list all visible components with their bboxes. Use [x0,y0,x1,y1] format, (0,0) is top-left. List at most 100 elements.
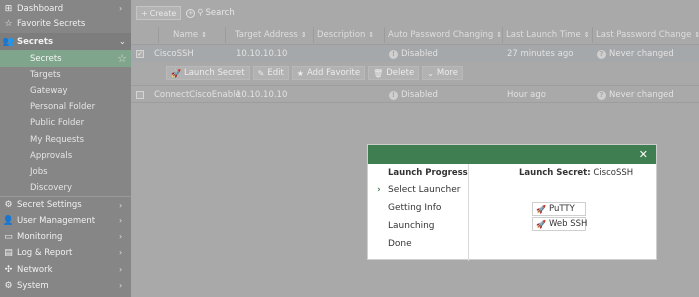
sidebar-item-my-requests[interactable]: My Requests [0,131,131,148]
sidebar-item-discovery[interactable]: Discovery [0,179,131,196]
sidebar-item-label: Jobs [30,166,48,177]
sidebar-item-favorite-secrets[interactable]: ☆ Favorite Secrets [0,15,131,32]
modal-header: ✕ [368,145,656,164]
step-label: Getting Info [388,203,442,213]
search-input[interactable] [205,8,286,18]
sidebar-item-secrets[interactable]: 👥 Secrets ⌄ [0,33,131,50]
step-label: Launching [388,221,435,231]
launch-secret-button[interactable]: 🚀 Launch Secret [166,66,250,80]
sidebar-item-network[interactable]: ✣ Network › [0,261,131,278]
step-launching: Launching [388,221,435,231]
sidebar-item-label: Monitoring [17,231,63,242]
column-header-target-address[interactable]: Target Address ⇕ [232,27,314,43]
row-checkbox[interactable] [136,86,144,104]
chevron-right-icon: › [119,281,123,290]
close-icon[interactable]: ✕ [639,148,648,161]
column-label: Name [173,30,199,40]
create-button[interactable]: + Create [136,6,182,20]
step-label: Select Launcher [388,185,461,195]
sidebar-item-label: Favorite Secrets [17,18,86,29]
sidebar-item-user-management[interactable]: 👤 User Management › [0,212,131,229]
column-header-last-password-change[interactable]: Last Password Change ⇕ [593,27,699,43]
add-filter-icon[interactable]: + [186,8,196,18]
create-label: Create [149,8,177,18]
sidebar-item-personal-folder[interactable]: Personal Folder [0,98,131,115]
sidebar-item-secret-settings[interactable]: ⚙ Secret Settings › [0,196,131,213]
sidebar-item-label: Secret Settings [17,200,82,210]
column-label: Last Launch Time [506,30,581,40]
launcher-web-ssh-button[interactable]: 🚀 Web SSH [532,217,587,231]
sidebar-item-public-folder[interactable]: Public Folder [0,114,131,131]
chevron-right-icon: › [119,200,123,210]
search-box: + ⚲ [186,8,286,18]
sort-icon: ⇕ [300,31,307,39]
secret-name[interactable]: ConnectCiscoEnable [154,86,241,104]
chevron-down-icon: ⌄ [427,68,434,78]
pencil-icon: ✎ [257,68,265,78]
sidebar-item-jobs[interactable]: Jobs [0,163,131,180]
sidebar-item-monitoring[interactable]: ▭ Monitoring › [0,228,131,245]
sort-icon: ⇕ [496,31,503,39]
auto-password-status: ! Disabled [389,86,438,104]
sidebar: ⊞ Dashboard › ☆ Favorite Secrets 👥 Secrets ⌄ Sec… [0,0,131,297]
sidebar-item-targets[interactable]: Targets [0,66,131,83]
star-icon: ☆ [4,18,13,29]
secret-name[interactable]: CiscoSSH [154,45,194,63]
sidebar-item-label: Dashboard [17,3,64,14]
launch-secret-name: CiscoSSH [593,168,634,178]
sort-icon: ⇕ [694,31,699,39]
favorite-star-icon[interactable]: ☆ [117,52,127,65]
globe-icon: ⊞ [4,3,13,14]
launcher-putty-button[interactable]: 🚀 PuTTY [532,202,586,216]
sidebar-item-log-report[interactable]: ▤ Log & Report › [0,244,131,261]
chevron-right-icon: › [119,265,123,274]
column-header-description[interactable]: Description ⇕ [314,27,385,43]
more-button[interactable]: ⌄ More [422,66,463,80]
rocket-icon: 🚀 [536,204,546,214]
sidebar-item-label: Log & Report [17,247,73,258]
sort-icon: ⇕ [201,31,207,39]
action-label: More [436,68,458,78]
column-label: Last Password Change [596,30,692,40]
chevron-right-icon: › [119,216,123,225]
plus-icon: + [141,8,148,18]
sidebar-item-system[interactable]: ⚙ System › [0,277,131,294]
action-label: Launch Secret [183,68,245,78]
edit-button[interactable]: ✎ Edit [252,66,289,80]
row-actions: 🚀 Launch Secret ✎ Edit ★ Add Favorite 🗑 Dele… [166,64,466,82]
chevron-right-icon: › [119,232,123,241]
search-icon: ⚲ [197,8,204,18]
column-header-last-launch-time[interactable]: Last Launch Time ⇕ [503,27,593,43]
launch-progress-title: Launch Progress [388,168,468,178]
sidebar-item-label: Public Folder [30,117,85,128]
trash-icon: 🗑 [373,68,384,78]
sidebar-item-label: System [17,280,49,291]
launcher-label: PuTTY [548,204,575,214]
add-favorite-button[interactable]: ★ Add Favorite [291,66,366,80]
delete-button[interactable]: 🗑 Delete [368,66,420,80]
column-header-auto-password-changing[interactable]: Auto Password Changing ⇕ [385,27,503,43]
sidebar-item-approvals[interactable]: Approvals [0,147,131,164]
status-text: Disabled [401,49,438,59]
row-checkbox[interactable]: ✓ [136,45,144,63]
chevron-down-icon: ⌄ [119,37,126,46]
disabled-icon: ! [389,49,398,59]
checkbox-checked-icon: ✓ [136,50,144,58]
action-label: Edit [267,68,284,78]
sidebar-item-secrets[interactable]: Secrets ☆ [0,50,131,67]
launch-progress-panel: Launch Progress › Select Launcher Getting… [368,164,469,261]
status-text: Disabled [401,90,438,100]
sidebar-item-gateway[interactable]: Gateway [0,82,131,99]
column-header-name[interactable]: Name ⇕ [158,27,226,43]
last-launch-time: Hour ago [507,90,546,100]
last-password-change: ? Never changed [597,45,674,63]
status-text: Never changed [609,90,674,100]
sidebar-item-label: Personal Folder [30,101,96,112]
table-row[interactable]: ✓ CiscoSSH 10.10.10.10 ! Disabled 27 minu… [131,44,699,62]
column-label: Auto Password Changing [388,30,494,40]
toolbar: + Create + ⚲ [136,6,286,20]
sort-icon: ⇕ [368,31,375,39]
table-row[interactable]: ConnectCiscoEnable 10.10.10.10 ! Disabled… [131,85,699,103]
sidebar-item-label: Secrets [17,36,54,47]
disabled-icon: ! [389,90,398,100]
